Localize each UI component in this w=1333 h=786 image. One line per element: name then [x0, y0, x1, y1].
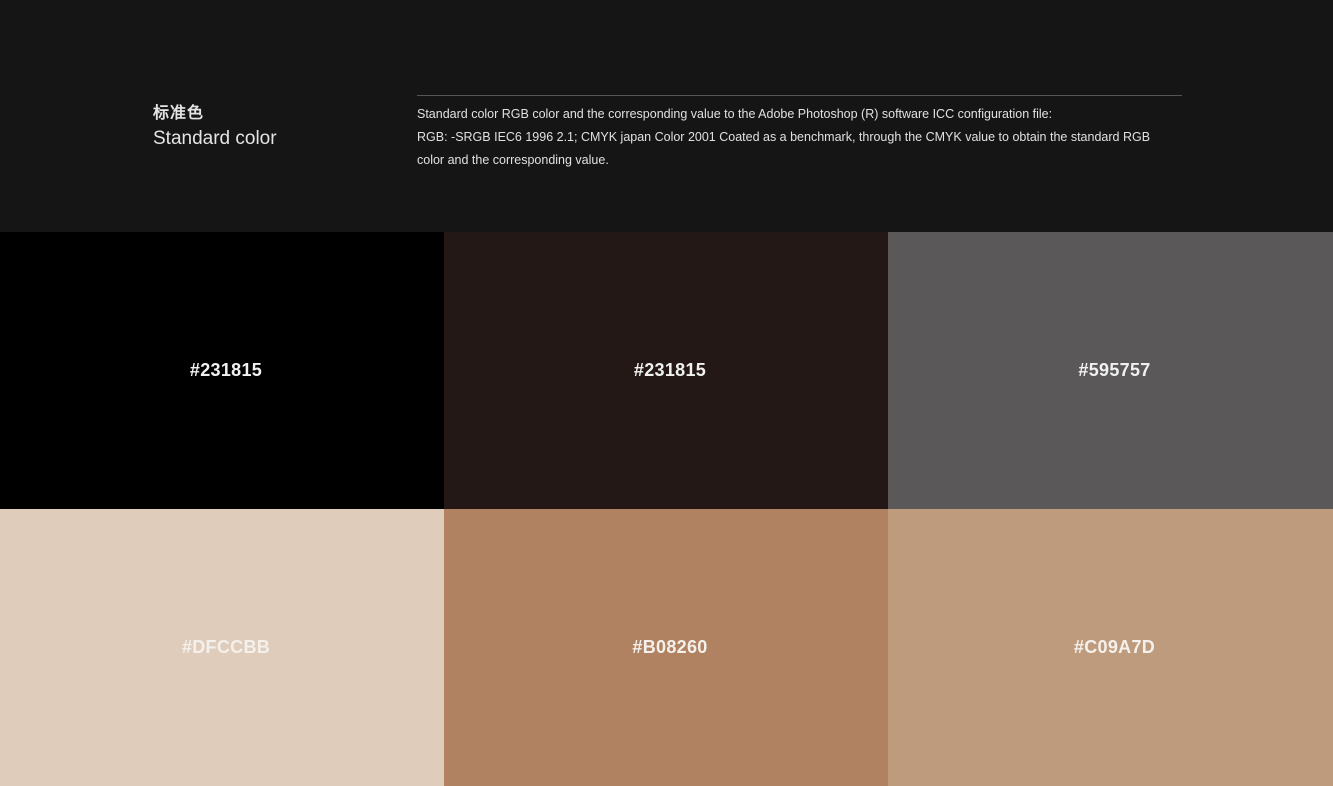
swatch-hex-label: #595757 — [1078, 360, 1151, 380]
title-chinese: 标准色 — [153, 103, 205, 122]
swatch-hex-label: #B08260 — [632, 637, 708, 657]
title-english: Standard color — [153, 128, 277, 149]
color-swatch-5: #B08260 — [444, 509, 888, 786]
title-block: 标准色 Standard color — [153, 103, 277, 152]
description-line-1: Standard color RGB color and the corresp… — [417, 107, 1053, 121]
color-swatch-1: #231815 — [0, 232, 444, 509]
header-section: 标准色 Standard color Standard color RGB co… — [0, 0, 1333, 232]
color-swatch-2: #231815 — [444, 232, 888, 509]
swatch-hex-label: #DFCCBB — [181, 637, 271, 657]
color-swatch-4: #DFCCBB — [0, 509, 444, 786]
color-swatch-6: #C09A7D — [888, 509, 1333, 786]
description-block: Standard color RGB color and the corresp… — [417, 95, 1182, 172]
description-line-2: RGB: -SRGB IEC6 1996 2.1; CMYK japan Col… — [417, 130, 1151, 144]
swatch-hex-label: #C09A7D — [1073, 637, 1156, 657]
swatch-hex-label: #231815 — [189, 360, 263, 380]
color-swatch-3: #595757 — [888, 232, 1333, 509]
swatch-hex-label: #231815 — [633, 360, 707, 380]
page: 标准色 Standard color Standard color RGB co… — [0, 0, 1333, 786]
description-line-3: color and the corresponding value. — [417, 153, 609, 167]
color-swatch-grid: #231815 #231815 #595757 #DFCCBB #B08260 … — [0, 232, 1333, 786]
